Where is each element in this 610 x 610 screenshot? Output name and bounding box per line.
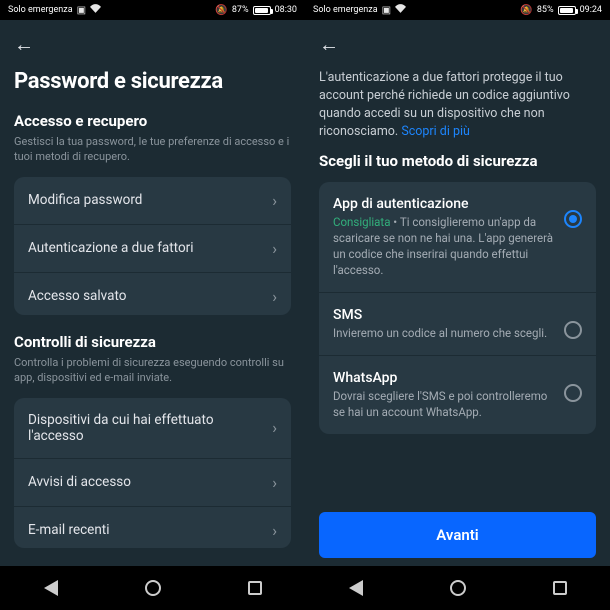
item-devices[interactable]: Dispositivi da cui hai effettuato l'acce… bbox=[14, 398, 291, 458]
two-factor-description: L'autenticazione a due fattori protegge … bbox=[319, 69, 596, 142]
silent-icon: 🔕 bbox=[215, 5, 227, 16]
section-sub-security: Controlla i problemi di sicurezza esegue… bbox=[14, 355, 291, 386]
silent-icon: 🔕 bbox=[520, 5, 532, 16]
radio-button[interactable] bbox=[564, 321, 582, 339]
security-card: Dispositivi da cui hai effettuato l'acce… bbox=[14, 398, 291, 548]
nfc-icon: ▣ bbox=[382, 5, 391, 16]
battery-icon bbox=[253, 6, 271, 15]
android-nav-bar bbox=[305, 566, 610, 610]
section-title-security: Controlli di sicurezza bbox=[14, 333, 291, 351]
method-desc: Consigliata • Ti consiglieremo un'app da… bbox=[333, 214, 554, 278]
chevron-right-icon: › bbox=[272, 239, 277, 258]
status-bar: Solo emergenza ▣ 🔕 87% 08:30 bbox=[0, 0, 305, 20]
carrier-text: Solo emergenza bbox=[8, 5, 73, 15]
wifi-icon bbox=[395, 4, 406, 16]
battery-icon bbox=[558, 6, 576, 15]
item-alerts[interactable]: Avvisi di accesso › bbox=[14, 458, 291, 506]
method-desc: Invieremo un codice al numero che scegli… bbox=[333, 325, 554, 341]
android-nav-bar bbox=[0, 566, 305, 610]
chevron-right-icon: › bbox=[272, 418, 277, 437]
next-button[interactable]: Avanti bbox=[319, 512, 596, 558]
phone-left: Solo emergenza ▣ 🔕 87% 08:30 ← Password … bbox=[0, 0, 305, 610]
methods-card: App di autenticazione Consigliata • Ti c… bbox=[319, 182, 596, 435]
method-name: WhatsApp bbox=[333, 370, 554, 386]
clock: 09:24 bbox=[580, 5, 602, 15]
method-sms[interactable]: SMS Invieremo un codice al numero che sc… bbox=[319, 292, 596, 355]
item-label: Dispositivi da cui hai effettuato l'acce… bbox=[28, 412, 248, 444]
item-label: Autenticazione a due fattori bbox=[28, 240, 194, 256]
nav-recent-button[interactable] bbox=[248, 581, 262, 595]
clock: 08:30 bbox=[275, 5, 297, 15]
nav-back-button[interactable] bbox=[349, 580, 363, 596]
back-button[interactable]: ← bbox=[319, 32, 339, 57]
learn-more-link[interactable]: Scopri di più bbox=[401, 124, 470, 139]
wifi-icon bbox=[90, 4, 101, 16]
chevron-right-icon: › bbox=[272, 521, 277, 540]
back-button[interactable]: ← bbox=[14, 32, 291, 57]
nfc-icon: ▣ bbox=[77, 5, 86, 16]
method-desc: Dovrai scegliere l'SMS e poi controllere… bbox=[333, 388, 554, 420]
nav-recent-button[interactable] bbox=[553, 581, 567, 595]
nav-home-button[interactable] bbox=[145, 580, 161, 596]
item-two-factor[interactable]: Autenticazione a due fattori › bbox=[14, 224, 291, 272]
chevron-right-icon: › bbox=[272, 473, 277, 492]
chevron-right-icon: › bbox=[272, 287, 277, 306]
nav-back-button[interactable] bbox=[44, 580, 58, 596]
method-name: SMS bbox=[333, 307, 554, 323]
item-saved-access[interactable]: Accesso salvato › bbox=[14, 272, 291, 315]
item-label: Accesso salvato bbox=[28, 288, 126, 304]
radio-button[interactable] bbox=[564, 384, 582, 402]
recommended-badge: Consigliata bbox=[333, 215, 390, 229]
method-name: App di autenticazione bbox=[333, 196, 554, 212]
access-card: Modifica password › Autenticazione a due… bbox=[14, 177, 291, 315]
battery-percent: 85% bbox=[537, 5, 554, 15]
section-sub-access: Gestisci la tua password, le tue prefere… bbox=[14, 134, 291, 165]
choose-method-title: Scegli il tuo metodo di sicurezza bbox=[319, 152, 596, 170]
chevron-right-icon: › bbox=[272, 191, 277, 210]
carrier-text: Solo emergenza bbox=[313, 5, 378, 15]
status-bar: Solo emergenza ▣ 🔕 85% 09:24 bbox=[305, 0, 610, 20]
method-whatsapp[interactable]: WhatsApp Dovrai scegliere l'SMS e poi co… bbox=[319, 355, 596, 434]
radio-button[interactable] bbox=[564, 210, 582, 228]
battery-percent: 87% bbox=[232, 5, 249, 15]
phone-right: Solo emergenza ▣ 🔕 85% 09:24 ← L'autenti… bbox=[305, 0, 610, 610]
method-authenticator-app[interactable]: App di autenticazione Consigliata • Ti c… bbox=[319, 182, 596, 292]
section-title-access: Accesso e recupero bbox=[14, 112, 291, 130]
item-label: Avvisi di accesso bbox=[28, 474, 131, 490]
item-modify-password[interactable]: Modifica password › bbox=[14, 177, 291, 224]
nav-home-button[interactable] bbox=[450, 580, 466, 596]
item-emails[interactable]: E-mail recenti › bbox=[14, 506, 291, 548]
item-label: Modifica password bbox=[28, 192, 142, 208]
item-label: E-mail recenti bbox=[28, 522, 110, 538]
page-title: Password e sicurezza bbox=[14, 69, 291, 94]
